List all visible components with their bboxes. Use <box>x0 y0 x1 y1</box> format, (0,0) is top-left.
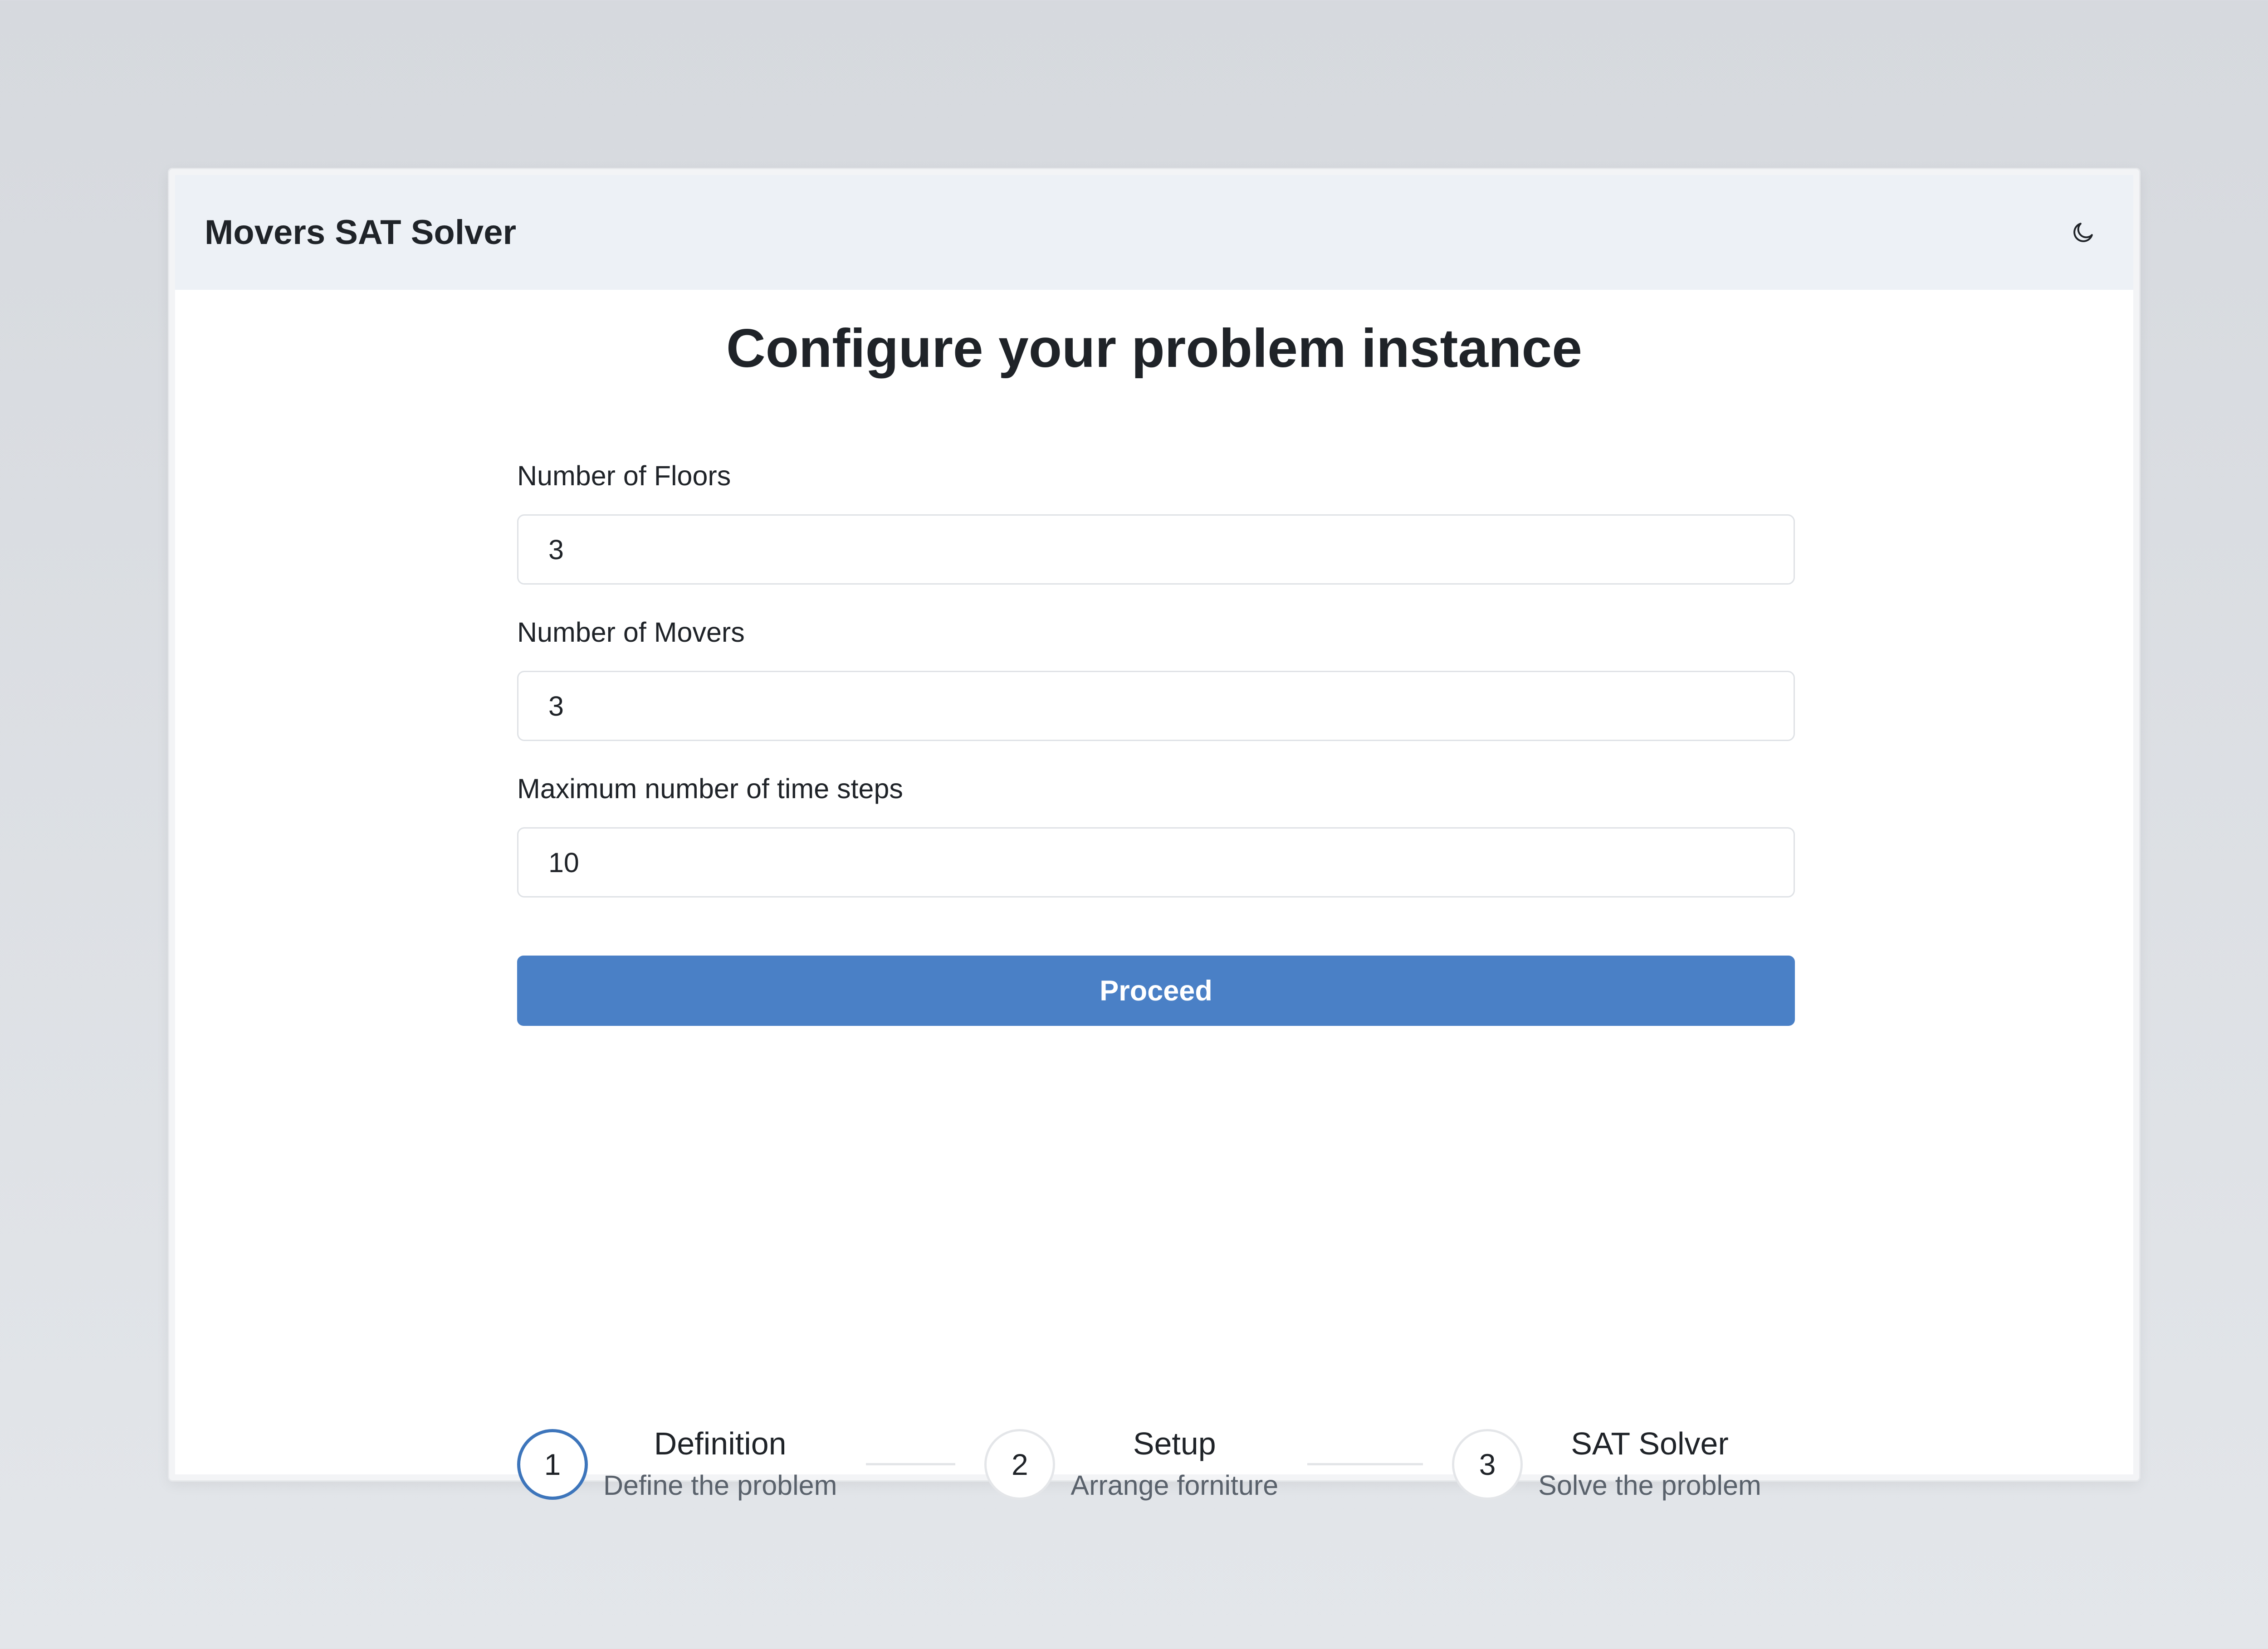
step-description: Arrange forniture <box>1070 1469 1279 1501</box>
app-frame: Movers SAT Solver Configure your problem… <box>175 175 2133 1501</box>
step-title: Setup <box>1133 1425 1216 1461</box>
app-header: Movers SAT Solver <box>175 175 2133 290</box>
floors-label: Number of Floors <box>517 460 731 491</box>
step-sat-solver[interactable]: 3 SAT Solver Solve the problem <box>1452 1423 1761 1506</box>
step-text: SAT Solver Solve the problem <box>1538 1423 1761 1506</box>
step-description: Solve the problem <box>1538 1469 1761 1501</box>
step-number-circle: 3 <box>1452 1429 1523 1500</box>
time-steps-field: Maximum number of time steps <box>517 771 1795 898</box>
step-definition[interactable]: 1 Definition Define the problem <box>517 1423 837 1506</box>
step-setup[interactable]: 2 Setup Arrange forniture <box>984 1423 1278 1506</box>
time-steps-label: Maximum number of time steps <box>517 773 903 804</box>
step-number-circle: 2 <box>984 1429 1056 1500</box>
floors-field: Number of Floors <box>517 458 1795 585</box>
movers-field: Number of Movers <box>517 614 1795 741</box>
config-form: Number of Floors Number of Movers Maximu… <box>517 458 1795 1026</box>
step-description: Define the problem <box>603 1469 837 1501</box>
step-title: SAT Solver <box>1571 1425 1729 1461</box>
progress-stepper: 1 Definition Define the problem 2 Setup … <box>517 1425 1795 1504</box>
moon-icon <box>2073 222 2093 242</box>
app-title: Movers SAT Solver <box>205 213 517 252</box>
movers-label: Number of Movers <box>517 617 745 648</box>
app-window: Movers SAT Solver Configure your problem… <box>168 168 2141 1501</box>
floors-input[interactable] <box>517 514 1795 585</box>
theme-toggle-button[interactable] <box>2062 212 2104 254</box>
proceed-button[interactable]: Proceed <box>517 956 1795 1026</box>
step-title: Definition <box>654 1425 787 1461</box>
step-number-circle: 1 <box>517 1429 588 1500</box>
page-title: Configure your problem instance <box>726 318 1582 379</box>
step-connector <box>866 1463 956 1465</box>
time-steps-input[interactable] <box>517 827 1795 898</box>
movers-input[interactable] <box>517 671 1795 741</box>
step-text: Setup Arrange forniture <box>1070 1423 1278 1506</box>
step-text: Definition Define the problem <box>603 1423 837 1506</box>
step-connector <box>1307 1463 1423 1465</box>
